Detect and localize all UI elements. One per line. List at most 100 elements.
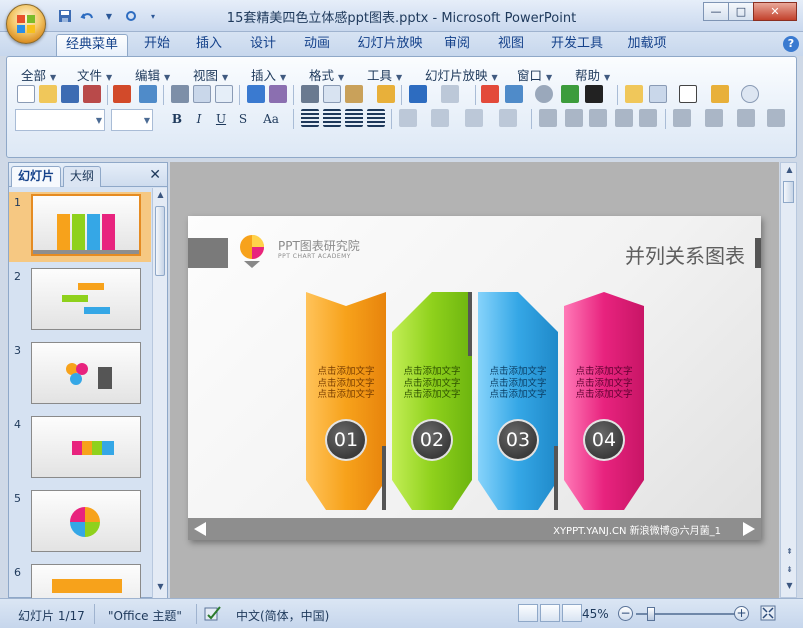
redo-icon[interactable] bbox=[441, 85, 459, 103]
tab-view[interactable]: 视图 bbox=[490, 34, 532, 56]
paste-icon[interactable] bbox=[345, 85, 363, 103]
office-button[interactable] bbox=[6, 4, 46, 44]
italic-button[interactable]: I bbox=[189, 109, 209, 129]
new-slide-icon[interactable] bbox=[625, 85, 643, 103]
slide-layout-icon[interactable] bbox=[649, 85, 667, 103]
tab-classic-menu[interactable]: 经典菜单 bbox=[56, 34, 128, 56]
ribbon-column-2[interactable]: 点击添加文字 点击添加文字 点击添加文字 02 bbox=[392, 292, 472, 510]
align-right-icon[interactable] bbox=[345, 109, 363, 127]
scroll-up-icon[interactable]: ▲ bbox=[154, 190, 167, 204]
close-icon[interactable]: ✕ bbox=[149, 167, 161, 183]
zoom-level[interactable]: 45% bbox=[582, 607, 609, 621]
close-button[interactable]: ✕ bbox=[753, 2, 797, 21]
bullets-icon[interactable] bbox=[499, 109, 517, 127]
previous-arrow-icon[interactable] bbox=[192, 521, 208, 537]
slide-title[interactable]: 并列关系图表 bbox=[625, 240, 745, 269]
permission-icon[interactable] bbox=[83, 85, 101, 103]
tab-animation[interactable]: 动画 bbox=[296, 34, 338, 56]
arrange-icon[interactable] bbox=[673, 109, 691, 127]
bold-button[interactable]: B bbox=[167, 109, 187, 129]
indent-icon[interactable] bbox=[615, 109, 633, 127]
scroll-thumb[interactable] bbox=[155, 206, 165, 276]
textbox-icon[interactable] bbox=[679, 85, 697, 103]
menu-edit[interactable]: 编辑 ▼ bbox=[135, 65, 170, 84]
slide-scrollbar[interactable]: ▲ ⇞ ⇟ ▼ bbox=[780, 162, 797, 598]
shape-outline-icon[interactable] bbox=[767, 109, 785, 127]
increase-font-icon[interactable] bbox=[565, 109, 583, 127]
menu-window[interactable]: 窗口 ▼ bbox=[517, 65, 552, 84]
line-spacing-icon[interactable] bbox=[431, 109, 449, 127]
picture-icon[interactable] bbox=[561, 85, 579, 103]
print-icon[interactable] bbox=[171, 85, 189, 103]
underline-button[interactable]: U bbox=[211, 109, 231, 129]
cut-icon[interactable] bbox=[301, 85, 319, 103]
tab-design[interactable]: 设计 bbox=[242, 34, 284, 56]
tab-insert[interactable]: 插入 bbox=[188, 34, 230, 56]
outdent-icon[interactable] bbox=[639, 109, 657, 127]
tab-developer[interactable]: 开发工具 bbox=[546, 34, 608, 56]
chart-icon[interactable] bbox=[481, 85, 499, 103]
menu-help[interactable]: 帮助 ▼ bbox=[575, 65, 610, 84]
align-left-icon[interactable] bbox=[301, 109, 319, 127]
menu-file[interactable]: 文件 ▼ bbox=[77, 65, 112, 84]
language-indicator[interactable]: 中文(简体，中国) bbox=[236, 607, 329, 624]
tab-addins[interactable]: 加载项 bbox=[622, 34, 672, 56]
tab-slides[interactable]: 幻灯片 bbox=[11, 166, 62, 187]
email-icon[interactable] bbox=[113, 85, 131, 103]
color-fill-icon[interactable] bbox=[585, 85, 603, 103]
menu-tools[interactable]: 工具 ▼ bbox=[367, 65, 402, 84]
spelling-icon[interactable] bbox=[247, 85, 265, 103]
research-icon[interactable] bbox=[269, 85, 287, 103]
slide-thumbnail[interactable]: 3 bbox=[9, 340, 151, 410]
normal-view-button[interactable] bbox=[518, 604, 538, 622]
maximize-button[interactable]: □ bbox=[728, 2, 754, 21]
zoom-slider-thumb[interactable] bbox=[647, 607, 655, 621]
shape-fill-icon[interactable] bbox=[737, 109, 755, 127]
change-case-button[interactable]: Aa bbox=[257, 109, 285, 129]
font-size-combo[interactable]: ▼ bbox=[111, 109, 153, 131]
next-arrow-icon[interactable] bbox=[741, 521, 757, 537]
tab-review[interactable]: 审阅 bbox=[436, 34, 478, 56]
slide-sorter-view-button[interactable] bbox=[540, 604, 560, 622]
layout-icon[interactable] bbox=[215, 85, 233, 103]
slideshow-view-button[interactable] bbox=[562, 604, 582, 622]
table-icon[interactable] bbox=[505, 85, 523, 103]
scroll-up-icon[interactable]: ▲ bbox=[783, 165, 796, 179]
font-color-icon[interactable] bbox=[539, 109, 557, 127]
scroll-down-icon[interactable]: ▼ bbox=[783, 581, 796, 595]
tab-outline[interactable]: 大纲 bbox=[63, 166, 102, 187]
format-painter-icon[interactable] bbox=[377, 85, 395, 103]
ribbon-column-4[interactable]: 点击添加文字 点击添加文字 点击添加文字 04 bbox=[564, 292, 644, 510]
copy-icon[interactable] bbox=[323, 85, 341, 103]
print-preview-icon[interactable] bbox=[193, 85, 211, 103]
slide-thumbnail[interactable]: 1 bbox=[9, 192, 151, 262]
globe-icon[interactable] bbox=[535, 85, 553, 103]
pdf-icon[interactable] bbox=[139, 85, 157, 103]
slide-canvas[interactable]: PPT图表研究院 PPT CHART ACADEMY 并列关系图表 点击添加文字… bbox=[188, 216, 761, 540]
scroll-down-icon[interactable]: ▼ bbox=[154, 582, 167, 596]
menu-slideshow[interactable]: 幻灯片放映 ▼ bbox=[425, 65, 498, 84]
numbering-icon[interactable] bbox=[465, 109, 483, 127]
menu-insert[interactable]: 插入 ▼ bbox=[251, 65, 286, 84]
tab-slideshow[interactable]: 幻灯片放映 bbox=[350, 34, 430, 56]
thumbnail-scrollbar[interactable]: ▲ ▼ bbox=[152, 188, 167, 598]
save-icon[interactable] bbox=[61, 85, 79, 103]
shadow-button[interactable]: S bbox=[233, 109, 253, 129]
open-folder-icon[interactable] bbox=[39, 85, 57, 103]
shapes-icon[interactable] bbox=[711, 85, 729, 103]
justify-icon[interactable] bbox=[367, 109, 385, 127]
search-icon[interactable] bbox=[741, 85, 759, 103]
slide-thumbnail[interactable]: 5 bbox=[9, 488, 151, 558]
ribbon-column-3[interactable]: 点击添加文字 点击添加文字 点击添加文字 03 bbox=[478, 292, 558, 510]
previous-slide-icon[interactable]: ⇞ bbox=[783, 547, 796, 561]
text-direction-icon[interactable] bbox=[399, 109, 417, 127]
font-name-combo[interactable]: ▼ bbox=[15, 109, 105, 131]
ribbon-column-1[interactable]: 点击添加文字 点击添加文字 点击添加文字 01 bbox=[306, 292, 386, 510]
slide-thumbnail[interactable]: 2 bbox=[9, 266, 151, 336]
slide-thumbnail[interactable]: 6 bbox=[9, 562, 151, 598]
fit-to-window-icon[interactable] bbox=[760, 605, 776, 621]
undo-icon[interactable] bbox=[409, 85, 427, 103]
new-file-icon[interactable] bbox=[17, 85, 35, 103]
tab-home[interactable]: 开始 bbox=[136, 34, 178, 56]
decrease-font-icon[interactable] bbox=[589, 109, 607, 127]
